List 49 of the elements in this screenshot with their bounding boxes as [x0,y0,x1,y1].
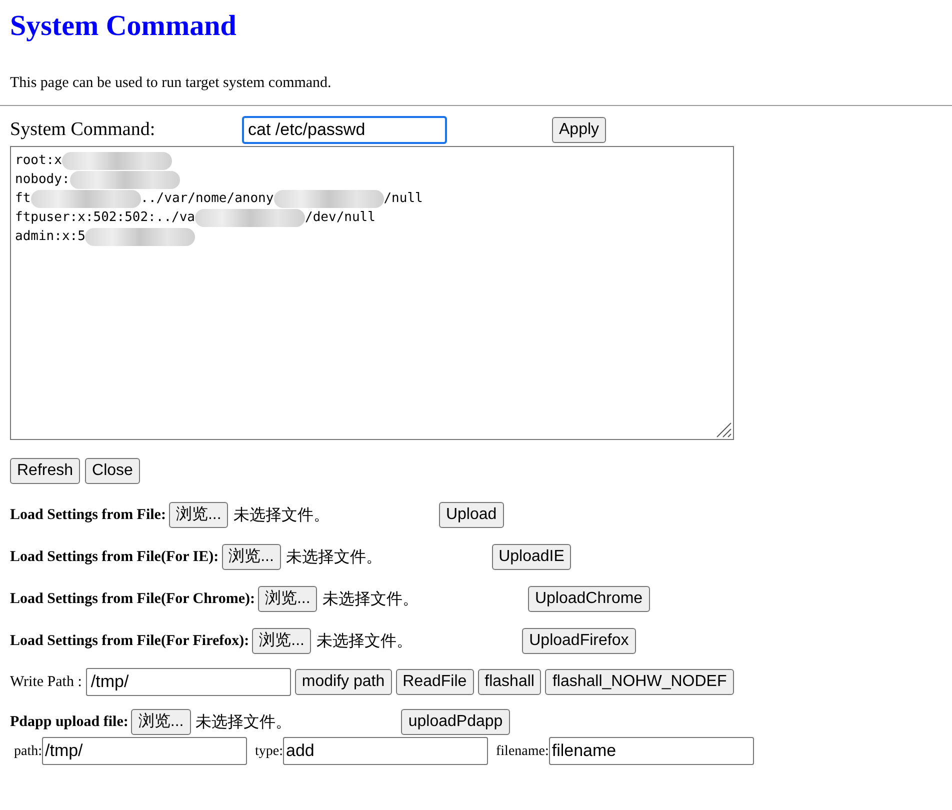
field-label: Pdapp upload file: [10,712,128,732]
file-status: 未选择文件。 [286,546,382,568]
write-path-input[interactable]: /tmp/ [86,668,291,696]
upload-button[interactable]: UploadFirefox [522,628,636,654]
action-button[interactable]: Close [85,458,140,484]
output-text: nobody: [15,170,70,189]
output-text: ft [15,190,31,208]
page-title: System Command [9,9,238,44]
action-button[interactable]: Refresh [10,458,80,484]
upload-button[interactable]: uploadPdapp [401,709,510,735]
browse-button[interactable]: 浏览... [222,544,281,570]
upload-button[interactable]: Upload [438,502,504,528]
field-label: type: [255,742,283,760]
file-status: 未选择文件。 [233,504,330,526]
path-action-button[interactable]: flashall [478,669,542,695]
path-action-button[interactable]: modify path [294,669,392,695]
command-input[interactable]: cat /etc/passwd [242,116,447,144]
field-label: filename: [496,742,549,760]
output-text: ftpuser:x:502:502:../va [15,208,196,227]
path-action-button[interactable]: ReadFile [396,669,474,695]
file-status: 未选择文件。 [196,711,292,733]
upload-button[interactable]: UploadIE [492,544,572,570]
field-label: Write Path : [10,672,82,692]
browse-button[interactable]: 浏览... [131,709,191,735]
apply-button[interactable]: Apply [552,116,606,143]
text-input[interactable]: add [283,737,488,765]
path-action-button[interactable]: flashall_NOHW_NODEF [545,669,734,695]
output-text: /null [384,190,423,208]
field-label: path: [14,742,42,760]
browse-button[interactable]: 浏览... [258,586,318,612]
command-label: System Command: [10,118,156,142]
text-input[interactable]: /tmp/ [42,737,247,765]
field-label: Load Settings from File(For Chrome): [10,590,255,609]
output-text: ../var/nome/anony [140,190,274,208]
upload-button[interactable]: UploadChrome [528,586,650,612]
output-text: /dev/null [305,208,376,227]
field-label: Load Settings from File(For Firefox): [10,632,250,651]
file-status: 未选择文件。 [316,630,412,652]
output-textarea[interactable]: root:x nobody: ft ../var/nome/anony /null ftpuser:x:502:502:../va /dev/null admin:x:5 [10,146,734,440]
browse-button[interactable]: 浏览... [168,502,228,528]
field-label: Load Settings from File(For IE): [10,548,219,567]
text-input[interactable]: filename [548,737,754,765]
output-text: root:x [15,152,62,170]
field-label: Load Settings from File: [10,506,166,525]
output-text: admin:x:5 [15,228,86,246]
browse-button[interactable]: 浏览... [252,628,312,654]
file-status: 未选择文件。 [322,588,418,610]
page-description: This page can be used to run target system command. [9,74,332,93]
resize-grip-icon[interactable] [714,420,732,438]
